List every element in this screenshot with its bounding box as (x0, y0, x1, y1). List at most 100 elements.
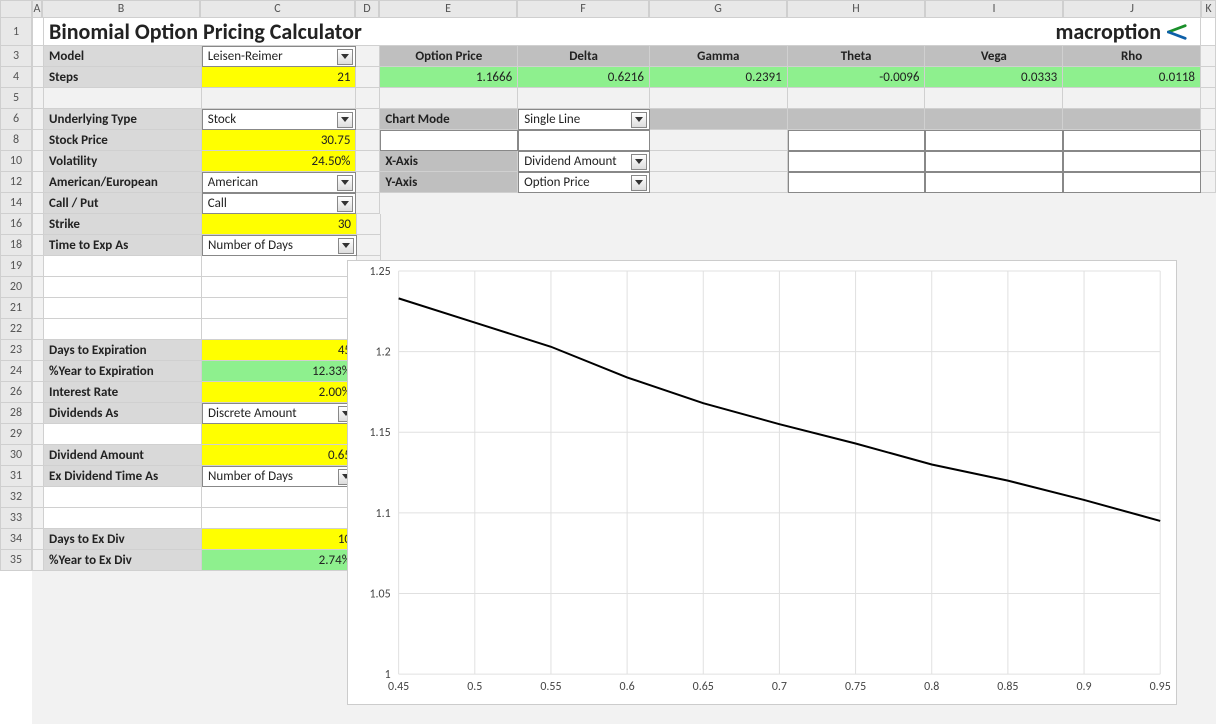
cell-E5[interactable] (380, 88, 518, 109)
cell-A5[interactable] (32, 88, 44, 109)
row-21[interactable]: 21 (0, 298, 32, 319)
cell-K12[interactable] (1201, 172, 1216, 193)
cell-D4[interactable] (356, 67, 380, 88)
cell-A16[interactable] (32, 214, 44, 235)
row-29[interactable]: 29 (0, 424, 32, 445)
cell-A8[interactable] (32, 130, 44, 151)
cell-D18[interactable] (357, 235, 381, 256)
cell-I10[interactable] (925, 151, 1063, 172)
call-put-dropdown[interactable]: Call (202, 193, 357, 214)
cell-K10[interactable] (1201, 151, 1216, 172)
cell-K5[interactable] (1201, 88, 1216, 109)
cell-J10[interactable] (1063, 151, 1201, 172)
cell-D14[interactable] (356, 193, 380, 214)
cell-B21[interactable] (44, 298, 202, 319)
cell-G10[interactable] (650, 151, 788, 172)
row-12[interactable]: 12 (0, 172, 32, 193)
row-31[interactable]: 31 (0, 466, 32, 487)
cell-A28[interactable] (32, 403, 44, 424)
result-vega[interactable]: 0.0333 (925, 67, 1063, 88)
cell-F8[interactable] (518, 130, 650, 151)
chevron-down-icon[interactable] (337, 112, 353, 128)
result-rho[interactable]: 0.0118 (1063, 67, 1201, 88)
row-32[interactable]: 32 (0, 487, 32, 508)
cell-B5[interactable] (44, 88, 202, 109)
cell-D16[interactable] (357, 214, 381, 235)
cell-A22[interactable] (32, 319, 44, 340)
col-F[interactable]: F (517, 0, 649, 18)
row-30[interactable]: 30 (0, 445, 32, 466)
chevron-down-icon[interactable] (631, 154, 647, 170)
row-8[interactable]: 8 (0, 130, 32, 151)
cell-K3[interactable] (1201, 46, 1216, 67)
col-C[interactable]: C (200, 0, 355, 18)
cell-A34[interactable] (32, 529, 44, 550)
row-28[interactable]: 28 (0, 403, 32, 424)
cell-A3[interactable] (32, 46, 44, 67)
row-22[interactable]: 22 (0, 319, 32, 340)
cell-D6[interactable] (356, 109, 380, 130)
cell-A10[interactable] (32, 151, 44, 172)
cell-C29[interactable] (202, 424, 357, 445)
row-24[interactable]: 24 (0, 361, 32, 382)
year-to-exp-output[interactable]: 12.33% (202, 361, 357, 382)
cell-D12[interactable] (356, 172, 380, 193)
cell-C19[interactable] (202, 256, 357, 277)
cell-B32[interactable] (44, 487, 202, 508)
cell-J6[interactable] (1063, 109, 1201, 130)
cell-A12[interactable] (32, 172, 44, 193)
cell-D10[interactable] (356, 151, 380, 172)
col-D[interactable]: D (355, 0, 379, 18)
cell-I8[interactable] (925, 130, 1063, 151)
cell-A24[interactable] (32, 361, 44, 382)
col-A[interactable]: A (32, 0, 42, 18)
cell-A14[interactable] (32, 193, 44, 214)
volatility-input[interactable]: 24.50% (202, 151, 357, 172)
cell-H8[interactable] (788, 130, 926, 151)
result-theta[interactable]: -0.0096 (788, 67, 926, 88)
cell-A19[interactable] (32, 256, 44, 277)
cell-A33[interactable] (32, 508, 44, 529)
x-axis-dropdown[interactable]: Dividend Amount (518, 151, 650, 172)
chevron-down-icon[interactable] (338, 238, 354, 254)
result-delta[interactable]: 0.6216 (518, 67, 650, 88)
cell-K4[interactable] (1201, 67, 1216, 88)
cell-H5[interactable] (788, 88, 926, 109)
days-to-exp-input[interactable]: 45 (202, 340, 357, 361)
row-14[interactable]: 14 (0, 193, 32, 214)
row-18[interactable]: 18 (0, 235, 32, 256)
cell-J8[interactable] (1063, 130, 1201, 151)
col-J[interactable]: J (1063, 0, 1201, 18)
cell-A1[interactable] (32, 18, 44, 46)
row-3[interactable]: 3 (0, 46, 32, 67)
chevron-down-icon[interactable] (337, 175, 353, 191)
row-33[interactable]: 33 (0, 508, 32, 529)
days-to-ex-div-input[interactable]: 10 (202, 529, 357, 550)
chevron-down-icon[interactable] (631, 175, 647, 191)
cell-C20[interactable] (202, 277, 357, 298)
row-20[interactable]: 20 (0, 277, 32, 298)
row-4[interactable]: 4 (0, 67, 32, 88)
chevron-down-icon[interactable] (337, 49, 353, 65)
col-H[interactable]: H (787, 0, 925, 18)
amer-eur-dropdown[interactable]: American (202, 172, 357, 193)
cell-C32[interactable] (202, 487, 357, 508)
cell-A21[interactable] (32, 298, 44, 319)
row-1[interactable]: 1 (0, 18, 32, 46)
cell-G6[interactable] (650, 109, 788, 130)
strike-input[interactable]: 30 (202, 214, 357, 235)
cell-A35[interactable] (32, 550, 44, 571)
cell-G5[interactable] (650, 88, 788, 109)
row-5[interactable]: 5 (0, 88, 32, 109)
year-to-ex-div-output[interactable]: 2.74% (202, 550, 357, 571)
cell-I12[interactable] (925, 172, 1063, 193)
result-gamma[interactable]: 0.2391 (650, 67, 788, 88)
cell-I5[interactable] (925, 88, 1063, 109)
cell-A26[interactable] (32, 382, 44, 403)
cell-K6[interactable] (1201, 109, 1216, 130)
cell-A4[interactable] (32, 67, 44, 88)
chevron-down-icon[interactable] (337, 196, 353, 212)
row-35[interactable]: 35 (0, 550, 32, 571)
cell-K8[interactable] (1201, 130, 1216, 151)
col-K[interactable]: K (1201, 0, 1216, 18)
